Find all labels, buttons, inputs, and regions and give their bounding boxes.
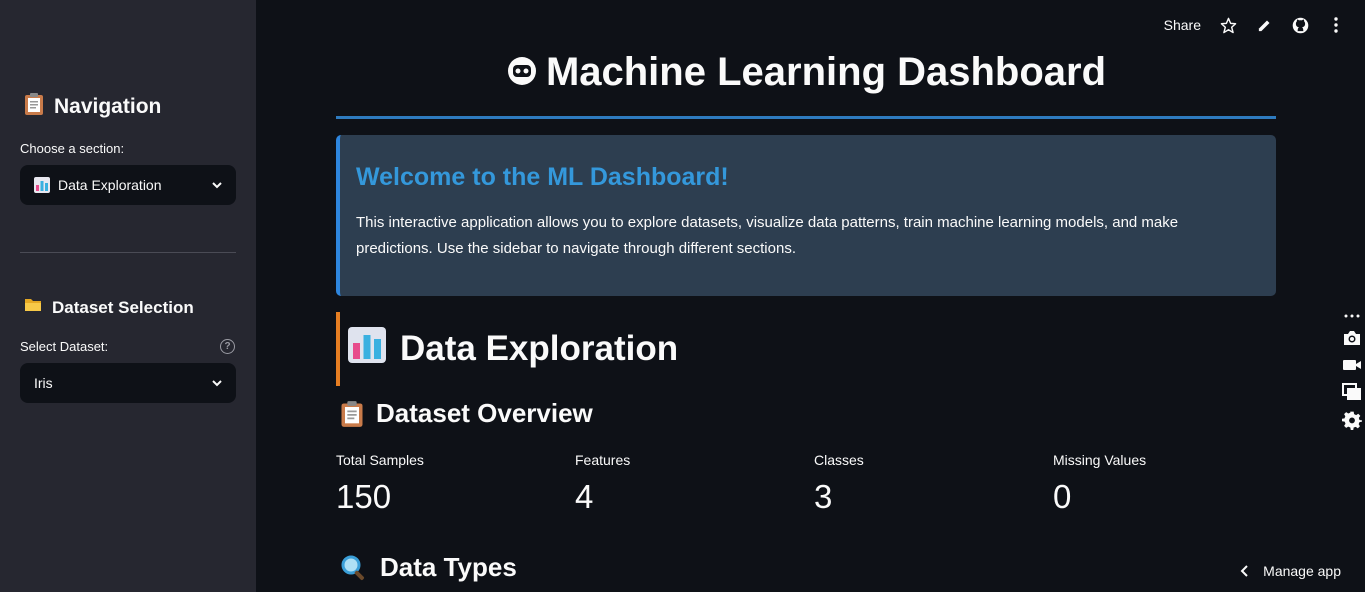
help-icon[interactable]: ? <box>220 339 235 354</box>
share-button[interactable]: Share <box>1164 17 1201 33</box>
camera-icon[interactable] <box>1342 329 1362 352</box>
side-toolbar <box>1339 303 1365 430</box>
dataset-select-label: Select Dataset: <box>20 339 109 354</box>
metric-label: Features <box>575 452 631 468</box>
sidebar-divider <box>20 252 236 253</box>
chevron-down-icon <box>212 182 222 189</box>
chevron-down-icon <box>212 380 222 387</box>
section-title: Data Exploration <box>400 329 679 368</box>
bar-chart-icon <box>34 177 50 193</box>
chevron-left-icon <box>1240 565 1248 577</box>
section-select-value: Data Exploration <box>58 177 162 193</box>
metric-total-samples: Total Samples 150 <box>336 452 424 516</box>
windows-icon[interactable] <box>1342 383 1362 406</box>
sidebar: Navigation Choose a section: Data Explor… <box>0 0 256 592</box>
dataset-selection-heading: Dataset Selection <box>24 297 194 318</box>
section-select-label: Choose a section: <box>20 141 125 156</box>
star-icon[interactable] <box>1219 16 1237 34</box>
top-toolbar: Share <box>1164 14 1345 36</box>
metric-label: Classes <box>814 452 864 468</box>
manage-app-label: Manage app <box>1263 563 1341 579</box>
data-types-heading: Data Types <box>340 552 517 583</box>
metric-missing-values: Missing Values 0 <box>1053 452 1146 516</box>
dataset-overview-title: Dataset Overview <box>376 398 593 428</box>
section-select[interactable]: Data Exploration <box>20 165 236 205</box>
metric-features: Features 4 <box>575 452 630 516</box>
dataset-select[interactable]: Iris <box>20 363 236 403</box>
metric-value: 3 <box>814 478 833 515</box>
page-title-text: Machine Learning Dashboard <box>545 50 1107 94</box>
manage-app-button[interactable]: Manage app <box>1239 563 1341 579</box>
navigation-heading: Navigation <box>24 92 161 122</box>
metric-value: 4 <box>575 478 594 515</box>
page-title: Machine Learning Dashboard <box>336 50 1276 97</box>
dataset-overview-heading: Dataset Overview <box>340 398 593 429</box>
clipboard-icon <box>340 400 364 428</box>
metric-classes: Classes 3 <box>814 452 864 516</box>
robot-icon <box>506 52 538 97</box>
title-divider <box>336 116 1276 119</box>
dataset-select-value: Iris <box>34 375 53 391</box>
video-camera-icon[interactable] <box>1342 356 1362 379</box>
magnifier-icon <box>340 554 368 582</box>
more-vert-icon[interactable] <box>1327 16 1345 34</box>
welcome-card: Welcome to the ML Dashboard! This intera… <box>336 135 1276 296</box>
dataset-selection-title: Dataset Selection <box>52 297 194 317</box>
bar-chart-icon <box>348 326 386 372</box>
github-icon[interactable] <box>1291 16 1309 34</box>
metric-value: 150 <box>336 478 392 515</box>
metric-label: Missing Values <box>1053 452 1147 468</box>
section-heading: Data Exploration <box>336 312 678 386</box>
navigation-title: Navigation <box>54 95 162 118</box>
metric-label: Total Samples <box>336 452 424 468</box>
more-horiz-icon[interactable] <box>1342 307 1362 325</box>
welcome-text: This interactive application allows you … <box>356 214 1179 257</box>
folder-icon <box>24 297 42 318</box>
welcome-title: Welcome to the ML Dashboard! <box>356 163 729 191</box>
gear-icon[interactable] <box>1342 410 1362 435</box>
metric-value: 0 <box>1053 478 1072 515</box>
edit-icon[interactable] <box>1255 16 1273 34</box>
data-types-title: Data Types <box>380 552 517 582</box>
clipboard-icon <box>24 92 44 122</box>
